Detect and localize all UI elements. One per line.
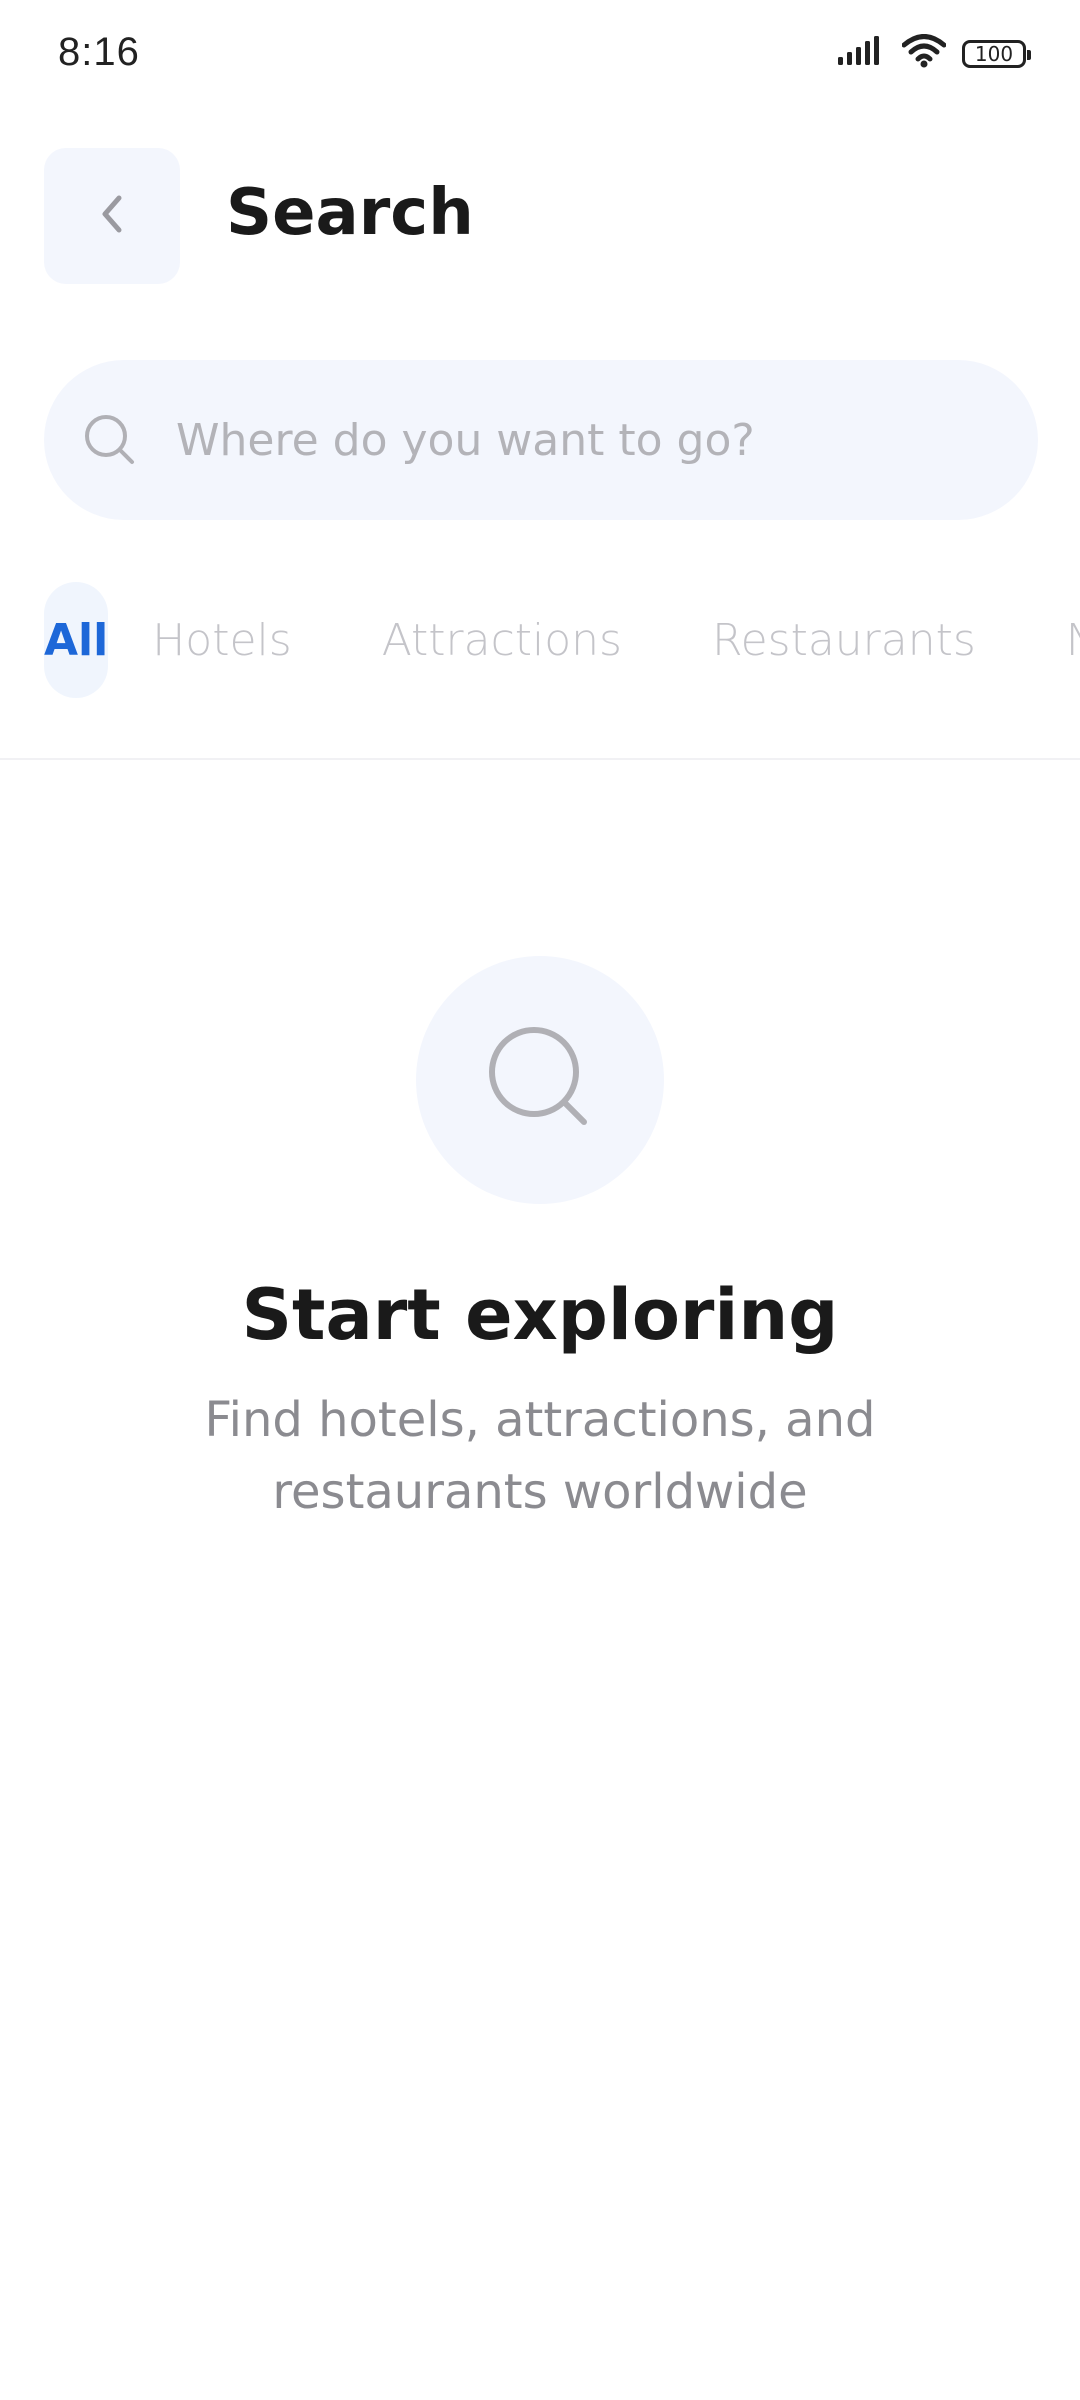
empty-state-title: Start exploring: [241, 1274, 839, 1356]
status-bar: 8:16 100: [0, 0, 1080, 108]
search-bar[interactable]: [44, 360, 1038, 520]
search-icon: [488, 1026, 592, 1135]
page-title: Search: [226, 176, 474, 250]
chevron-left-icon: [97, 190, 127, 243]
tab-restaurants[interactable]: Restaurants: [712, 615, 976, 666]
status-icons: 100: [838, 34, 1031, 73]
divider: [0, 758, 1080, 760]
category-tabs: All Hotels Attractions Restaurants N: [44, 582, 1080, 698]
empty-state-icon-container: [416, 956, 664, 1204]
empty-state-subtitle: Find hotels, attractions, and restaurant…: [204, 1392, 876, 1520]
tab-hotels[interactable]: Hotels: [152, 615, 291, 666]
tab-attractions[interactable]: Attractions: [382, 615, 622, 666]
back-button[interactable]: [44, 148, 180, 284]
battery-icon: 100: [962, 39, 1031, 68]
search-input[interactable]: [174, 413, 978, 467]
tab-all[interactable]: All: [44, 582, 109, 698]
signal-icon: [838, 35, 886, 72]
wifi-icon: [901, 34, 947, 73]
status-time: 8:16: [58, 30, 140, 74]
battery-level: 100: [974, 41, 1014, 66]
search-icon: [84, 414, 136, 466]
tab-more[interactable]: N: [1066, 615, 1080, 666]
